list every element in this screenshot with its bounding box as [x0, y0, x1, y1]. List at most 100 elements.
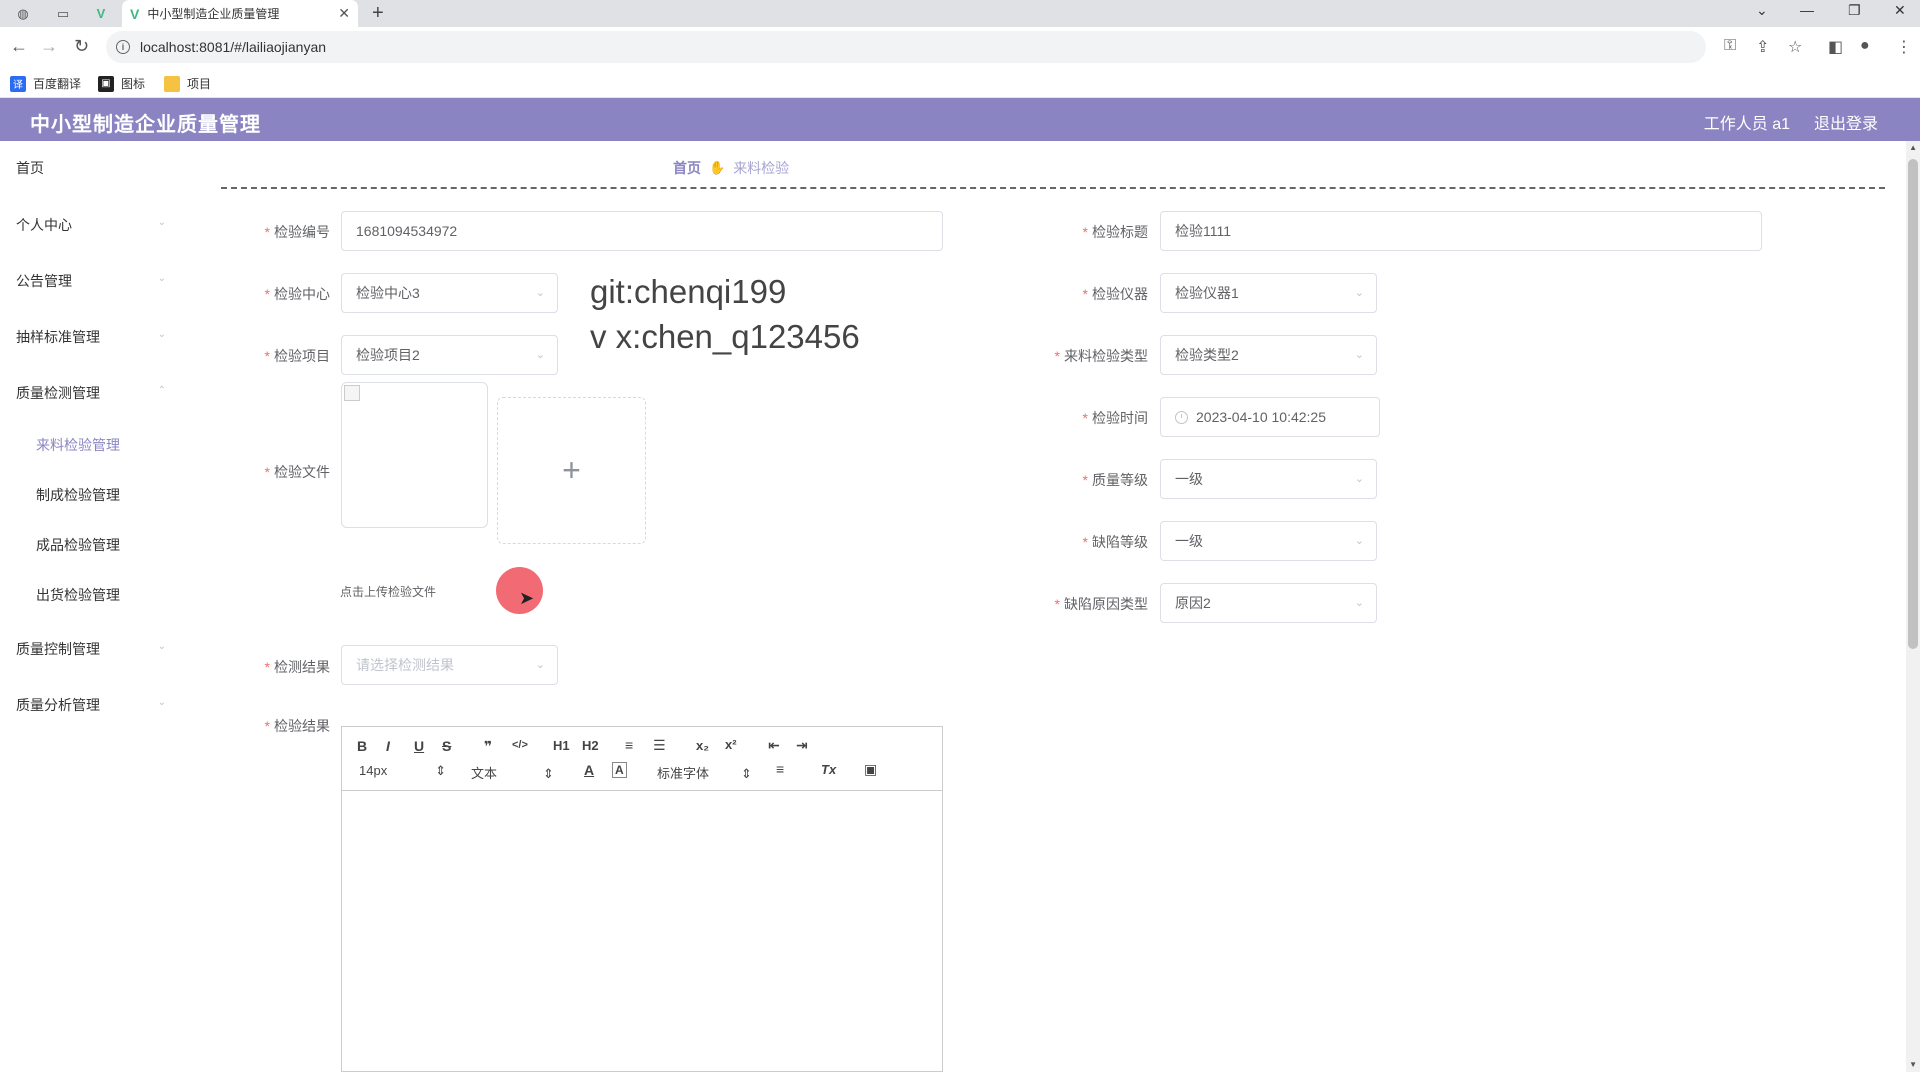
quality-level-select[interactable]: 一级 ⌄ — [1160, 459, 1377, 499]
forward-icon[interactable]: → — [40, 36, 58, 57]
inspection-result-label: * 检验结果 — [264, 718, 330, 734]
font-color-button[interactable]: A — [584, 762, 594, 778]
ordered-list-button[interactable]: ≡ — [625, 737, 633, 753]
inspection-item-select[interactable]: 检验项目2 ⌄ — [341, 335, 558, 375]
defect-level-select[interactable]: 一级 ⌄ — [1160, 521, 1377, 561]
insert-image-button[interactable]: ▣ — [864, 761, 877, 778]
vue-tab-icon[interactable]: V — [84, 0, 118, 27]
incoming-type-select[interactable]: 检验类型2 ⌄ — [1160, 335, 1377, 375]
tab-search-icon[interactable]: ⌄ — [1756, 2, 1768, 19]
chevron-down-icon: ⌄ — [1354, 535, 1364, 547]
menu-icon[interactable]: ⋮ — [1896, 37, 1912, 57]
restore-icon[interactable]: ❐ — [1848, 2, 1861, 19]
bold-button[interactable]: B — [357, 738, 367, 754]
uploaded-file-preview[interactable] — [341, 382, 488, 528]
inspection-time-picker[interactable]: 2023-04-10 10:42:25 — [1160, 397, 1380, 437]
breadcrumb-home[interactable]: 首页 — [673, 158, 701, 178]
indent-button[interactable]: ⇥ — [796, 737, 808, 754]
breadcrumb-current: 来料检验 — [733, 160, 790, 176]
font-family-select[interactable]: 标准字体 ⇕ — [657, 763, 752, 782]
strikethrough-button[interactable]: S — [442, 738, 451, 754]
incoming-type-label: * 来料检验类型 — [1054, 348, 1148, 364]
defect-cause-select[interactable]: 原因2 ⌄ — [1160, 583, 1377, 623]
url-field[interactable]: i localhost:8081/#/lailiaojianyan — [106, 31, 1706, 63]
clear-format-button[interactable]: Tx — [821, 762, 836, 777]
window-close-icon[interactable]: ✕ — [1894, 2, 1906, 19]
inspection-time-label: * 检验时间 — [1082, 410, 1148, 426]
chevron-down-icon: ⌄ — [157, 329, 166, 340]
heading-2-button[interactable]: H2 — [582, 738, 599, 753]
bookmark-icons[interactable]: ▣ 图标 — [98, 75, 145, 92]
chevron-down-icon: ⌄ — [535, 287, 545, 299]
globe-icon[interactable]: ◍ — [6, 0, 40, 27]
sidebar-item-label: 首页 — [16, 160, 44, 176]
background-color-button[interactable]: A — [612, 762, 627, 778]
share-icon[interactable]: ⇪ — [1756, 37, 1769, 57]
sidebar-subitem-process-inspection[interactable]: 制成检验管理 — [36, 485, 120, 505]
bullet-list-button[interactable]: ☰ — [653, 737, 666, 754]
key-icon[interactable]: ⚿ — [1724, 37, 1736, 55]
sidebar-item-personal-center[interactable]: 个人中心 ⌄ — [16, 215, 176, 235]
app-title: 中小型制造企业质量管理 — [30, 114, 261, 136]
divider — [221, 187, 1885, 189]
bookmark-label: 项目 — [187, 77, 212, 91]
upload-add-button[interactable]: + — [497, 397, 646, 544]
logout-button[interactable]: 退出登录 — [1814, 110, 1878, 134]
back-icon[interactable]: ← — [10, 36, 28, 57]
chevron-down-icon: ⌄ — [535, 659, 545, 671]
close-tab-icon[interactable]: ✕ — [338, 5, 350, 22]
code-block-button[interactable]: </> — [512, 739, 528, 751]
sidebar-subitem-finished-inspection[interactable]: 成品检验管理 — [36, 535, 120, 555]
superscript-button[interactable]: x² — [725, 737, 737, 752]
detect-result-select[interactable]: 请选择检测结果 ⌄ — [341, 645, 558, 685]
underline-button[interactable]: U — [414, 738, 424, 754]
outdent-button[interactable]: ⇤ — [768, 737, 780, 754]
active-tab[interactable]: V 中小型制造企业质量管理 ✕ — [122, 0, 358, 27]
sidebar-item-home[interactable]: 首页 — [16, 158, 176, 178]
inspection-item-label: * 检验项目 — [264, 348, 330, 364]
inspection-title-input[interactable]: 检验1111 — [1160, 211, 1762, 251]
sidebar-item-announcements[interactable]: 公告管理 ⌄ — [16, 271, 176, 291]
bookmark-baidu-translate[interactable]: 译 百度翻译 — [10, 75, 81, 92]
italic-button[interactable]: I — [386, 738, 390, 754]
side-panel-icon[interactable]: ◧ — [1828, 37, 1843, 57]
sidebar-item-quality-analysis[interactable]: 质量分析管理 ⌄ — [16, 695, 176, 715]
editor-content-area[interactable] — [342, 792, 942, 1071]
bookmark-project[interactable]: 项目 — [164, 75, 211, 92]
site-info-icon[interactable]: i — [116, 40, 130, 54]
scroll-up-icon[interactable]: ▲ — [1909, 143, 1917, 152]
profile-icon[interactable]: ● — [1860, 37, 1870, 55]
updown-icon: ⇕ — [741, 766, 752, 781]
font-size-select[interactable]: 14px ⇕ — [359, 763, 446, 779]
inspection-no-input[interactable]: 1681094534972 — [341, 211, 943, 251]
inspection-file-label: * 检验文件 — [264, 464, 330, 480]
scroll-down-icon[interactable]: ▼ — [1909, 1060, 1917, 1069]
minimize-icon[interactable]: — — [1800, 2, 1814, 18]
sidebar-item-quality-control[interactable]: 质量控制管理 ⌄ — [16, 639, 176, 659]
heading-1-button[interactable]: H1 — [553, 738, 570, 753]
paragraph-select[interactable]: 文本 ⇕ — [471, 763, 554, 782]
watermark-line-1: git:chenqi199 — [590, 273, 787, 310]
bookmark-star-icon[interactable]: ☆ — [1788, 37, 1802, 57]
sidebar-item-quality-inspection[interactable]: 质量检测管理 ⌃ — [16, 383, 176, 403]
sidebar-subitem-incoming-inspection[interactable]: 来料检验管理 — [36, 435, 120, 455]
sidebar-item-sampling-standards[interactable]: 抽样标准管理 ⌄ — [16, 327, 176, 347]
inspection-instrument-select[interactable]: 检验仪器1 ⌄ — [1160, 273, 1377, 313]
inspection-title-label: * 检验标题 — [1082, 224, 1148, 240]
blockquote-button[interactable]: ❞ — [484, 738, 492, 755]
chevron-down-icon: ⌄ — [157, 641, 166, 652]
new-tab-button[interactable]: + — [372, 2, 384, 25]
subscript-button[interactable]: x₂ — [696, 738, 709, 753]
hand-icon: ✋ — [709, 160, 726, 175]
inspection-center-select[interactable]: 检验中心3 ⌄ — [341, 273, 558, 313]
updown-icon: ⇕ — [435, 763, 447, 778]
chevron-down-icon: ⌄ — [1354, 473, 1364, 485]
pinned-tab[interactable]: ▭ — [46, 0, 80, 27]
reload-icon[interactable]: ↻ — [74, 36, 89, 57]
chevron-down-icon: ⌄ — [535, 349, 545, 361]
address-bar-row: ← → ↻ i localhost:8081/#/lailiaojianyan … — [0, 27, 1920, 67]
mouse-cursor-icon: ➤ — [519, 588, 535, 608]
scrollbar-thumb[interactable] — [1908, 159, 1918, 649]
align-button[interactable]: ≡ — [776, 761, 784, 777]
sidebar-subitem-shipping-inspection[interactable]: 出货检验管理 — [36, 585, 120, 605]
